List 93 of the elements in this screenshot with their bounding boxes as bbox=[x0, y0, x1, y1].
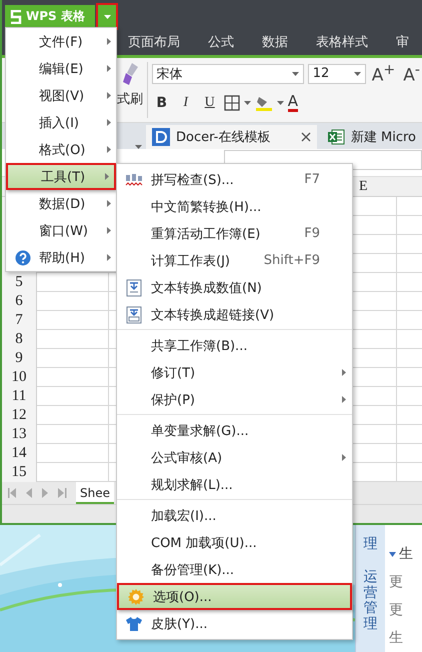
brush-icon[interactable] bbox=[120, 62, 140, 86]
menu-item[interactable]: 修订(T) bbox=[117, 359, 352, 386]
menu-item[interactable]: 备份管理(K)... bbox=[117, 556, 352, 583]
row-number: 6 bbox=[14, 292, 24, 311]
submenu-arrow-icon bbox=[107, 254, 111, 261]
menu-item[interactable]: 数据(D) bbox=[6, 190, 116, 217]
submenu-arrow-icon bbox=[342, 369, 346, 376]
menu-item[interactable]: 加载宏(I)... bbox=[117, 502, 352, 529]
submenu-arrow-icon bbox=[107, 119, 111, 126]
menu-item[interactable]: 帮助(H) bbox=[6, 244, 116, 271]
spreadsheet-icon bbox=[326, 128, 345, 146]
submenu-arrow-icon bbox=[342, 454, 346, 461]
help-icon bbox=[14, 250, 30, 266]
submenu-arrow-icon bbox=[107, 146, 111, 153]
menu-item[interactable]: 视图(V) bbox=[6, 82, 116, 109]
submenu-arrow-icon bbox=[107, 200, 111, 207]
menu-item[interactable]: 规划求解(L)... bbox=[117, 471, 352, 498]
submenu-arrow-icon bbox=[342, 396, 346, 403]
font-size-button[interactable]: A$^{-}$ bbox=[401, 62, 422, 86]
caret-icon bbox=[244, 100, 251, 105]
row-number: 14 bbox=[10, 444, 28, 463]
menu-item[interactable]: 中文简繁转换(H)... bbox=[117, 193, 352, 220]
menu-item[interactable]: 计算工作表(J) Shift+F9 bbox=[117, 247, 352, 274]
convert-icon bbox=[126, 306, 142, 324]
text-style-button[interactable]: B bbox=[152, 94, 172, 111]
menu-item[interactable]: 选项(O)... bbox=[117, 583, 352, 610]
menu-item[interactable]: 公式审核(A) bbox=[117, 444, 352, 471]
panel-item[interactable]: 更 bbox=[389, 573, 422, 591]
spell-check-icon bbox=[125, 172, 143, 186]
fill-color-icon[interactable] bbox=[254, 94, 273, 111]
document-tab[interactable]: 新建 Micro bbox=[320, 125, 422, 149]
caret-icon bbox=[354, 72, 361, 76]
caret-icon bbox=[135, 145, 142, 149]
font-color-button[interactable]: A bbox=[288, 94, 298, 112]
ribbon-tab[interactable]: 审 bbox=[396, 30, 409, 55]
submenu-arrow-icon bbox=[107, 38, 111, 45]
menu-item[interactable]: 文本转换成超链接(V) bbox=[117, 301, 352, 328]
sheet-tab[interactable]: Shee bbox=[76, 482, 114, 504]
row-number: 12 bbox=[10, 406, 28, 425]
menu-item[interactable]: 插入(I) bbox=[6, 109, 116, 136]
ribbon-tab[interactable]: 页面布局 bbox=[128, 30, 180, 55]
docer-icon bbox=[152, 128, 170, 146]
menu-item[interactable]: 共享工作簿(B)... bbox=[117, 332, 352, 359]
menu-item[interactable]: 单变量求解(G)... bbox=[117, 417, 352, 444]
menu-item[interactable]: 编辑(E) bbox=[6, 55, 116, 82]
row-number: 11 bbox=[10, 387, 28, 406]
column-header: E bbox=[358, 178, 369, 196]
ribbon-tab[interactable]: 公式 bbox=[208, 30, 234, 55]
menu-item[interactable]: 窗口(W) bbox=[6, 217, 116, 244]
menu-item[interactable]: 保护(P) bbox=[117, 386, 352, 413]
menu-item[interactable]: 文件(F) bbox=[6, 28, 116, 55]
row-number: 5 bbox=[14, 273, 24, 292]
borders-icon[interactable] bbox=[224, 94, 240, 111]
row-number: 10 bbox=[10, 368, 28, 387]
submenu-arrow-icon bbox=[107, 92, 111, 99]
settings-icon bbox=[127, 588, 145, 606]
text-style-button[interactable]: I bbox=[176, 94, 196, 111]
row-number: 9 bbox=[14, 349, 24, 368]
caret-icon bbox=[276, 100, 284, 105]
convert-icon bbox=[126, 278, 142, 296]
panel-label[interactable]: 运营管理 bbox=[364, 570, 378, 632]
menu-item[interactable]: 皮肤(Y)... bbox=[117, 610, 352, 637]
ribbon-tab[interactable]: 数据 bbox=[262, 30, 288, 55]
submenu-arrow-icon bbox=[107, 227, 111, 234]
menu-item[interactable]: 工具(T) bbox=[6, 163, 116, 190]
menu-item[interactable]: 拼写检查(S)... F7 bbox=[117, 166, 352, 193]
menu-item[interactable]: 文本转换成数值(N) bbox=[117, 274, 352, 301]
caret-icon bbox=[104, 14, 110, 18]
shirt-icon bbox=[125, 616, 143, 632]
format-painter-label[interactable]: 式刷 bbox=[117, 90, 144, 108]
row-number: 8 bbox=[14, 330, 24, 349]
close-icon[interactable] bbox=[300, 132, 311, 142]
font-size-field[interactable]: 12 bbox=[308, 64, 366, 84]
menu-item[interactable]: 格式(O) bbox=[6, 136, 116, 163]
panel-item[interactable]: 生 bbox=[389, 629, 422, 647]
submenu-arrow-icon bbox=[107, 65, 111, 72]
caret-icon bbox=[292, 72, 299, 76]
menu-item[interactable]: COM 加载项(U)... bbox=[117, 529, 352, 556]
panel-label[interactable]: 理 bbox=[364, 537, 378, 552]
submenu-arrow-icon bbox=[105, 173, 109, 180]
menu-item[interactable]: 重算活动工作簿(E) F9 bbox=[117, 220, 352, 247]
logo-icon bbox=[10, 10, 22, 24]
text-style-button[interactable]: U bbox=[200, 94, 220, 111]
font-name-field[interactable]: 宋体 bbox=[152, 64, 304, 84]
expand-icon bbox=[389, 552, 396, 556]
panel-item[interactable]: 更 bbox=[389, 601, 422, 619]
document-tab[interactable]: Docer-在线模板 bbox=[146, 125, 317, 149]
row-number: 15 bbox=[10, 463, 28, 482]
row-number: 13 bbox=[10, 425, 28, 444]
row-number: 7 bbox=[14, 311, 24, 330]
font-size-button[interactable]: A$^{+}$ bbox=[370, 62, 398, 86]
panel-item[interactable]: 生 bbox=[389, 545, 422, 563]
ribbon-tab[interactable]: 表格样式 bbox=[316, 30, 368, 55]
